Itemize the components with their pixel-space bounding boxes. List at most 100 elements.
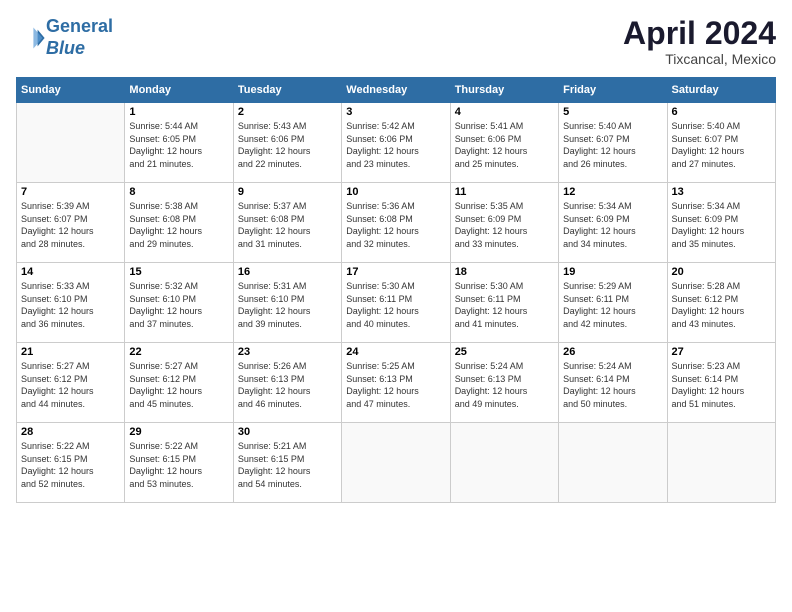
day-number: 23 [238, 346, 337, 358]
day-cell: 4 Sunrise: 5:41 AM Sunset: 6:06 PM Daylig… [450, 103, 558, 183]
day-info: Sunrise: 5:38 AM Sunset: 6:08 PM Dayligh… [129, 200, 228, 250]
day-cell: 24 Sunrise: 5:25 AM Sunset: 6:13 PM Dayli… [342, 343, 450, 423]
day-cell: 26 Sunrise: 5:24 AM Sunset: 6:14 PM Dayli… [559, 343, 667, 423]
week-row-1: 1Sunrise: 5:44 AM Sunset: 6:05 PM Daylig… [17, 103, 776, 183]
day-info: Sunrise: 5:40 AM Sunset: 6:07 PM Dayligh… [672, 120, 771, 170]
day-cell: 6Sunrise: 5:40 AM Sunset: 6:07 PM Daylig… [667, 103, 775, 183]
logo: General Blue [16, 16, 113, 59]
day-number: 19 [563, 266, 662, 278]
day-info: Sunrise: 5:42 AM Sunset: 6:06 PM Dayligh… [346, 120, 445, 170]
day-number: 24 [346, 346, 445, 358]
day-number: 17 [346, 266, 445, 278]
day-number: 13 [672, 186, 771, 198]
day-info: Sunrise: 5:30 AM Sunset: 6:11 PM Dayligh… [346, 280, 445, 330]
day-number: 5 [563, 106, 662, 118]
day-cell: 16 Sunrise: 5:31 AM Sunset: 6:10 PM Dayli… [233, 263, 341, 343]
day-number: 18 [455, 266, 554, 278]
day-number: 28 [21, 426, 120, 438]
day-number: 21 [21, 346, 120, 358]
day-number: 3 [346, 106, 445, 118]
day-number: 27 [672, 346, 771, 358]
month-title: April 2024 [623, 16, 776, 51]
header-row: Sunday Monday Tuesday Wednesday Thursday… [17, 78, 776, 103]
col-tuesday: Tuesday [233, 78, 341, 103]
day-number: 16 [238, 266, 337, 278]
week-row-4: 21 Sunrise: 5:27 AM Sunset: 6:12 PM Dayli… [17, 343, 776, 423]
day-number: 20 [672, 266, 771, 278]
day-number: 8 [129, 186, 228, 198]
title-block: April 2024 Tixcancal, Mexico [623, 16, 776, 67]
logo-text: General Blue [46, 16, 113, 59]
day-info: Sunrise: 5:43 AM Sunset: 6:06 PM Dayligh… [238, 120, 337, 170]
day-info: Sunrise: 5:30 AM Sunset: 6:11 PM Dayligh… [455, 280, 554, 330]
day-cell: 23 Sunrise: 5:26 AM Sunset: 6:13 PM Dayli… [233, 343, 341, 423]
day-number: 29 [129, 426, 228, 438]
header: General Blue April 2024 Tixcancal, Mexic… [16, 16, 776, 67]
logo-line1: General [46, 16, 113, 36]
day-info: Sunrise: 5:22 AM Sunset: 6:15 PM Dayligh… [129, 440, 228, 490]
day-cell: 20Sunrise: 5:28 AM Sunset: 6:12 PM Dayli… [667, 263, 775, 343]
week-row-5: 28 Sunrise: 5:22 AM Sunset: 6:15 PM Dayli… [17, 423, 776, 503]
day-cell: 13Sunrise: 5:34 AM Sunset: 6:09 PM Dayli… [667, 183, 775, 263]
day-cell: 17 Sunrise: 5:30 AM Sunset: 6:11 PM Dayli… [342, 263, 450, 343]
logo-icon [18, 24, 46, 52]
day-cell [17, 103, 125, 183]
day-info: Sunrise: 5:32 AM Sunset: 6:10 PM Dayligh… [129, 280, 228, 330]
day-info: Sunrise: 5:24 AM Sunset: 6:14 PM Dayligh… [563, 360, 662, 410]
day-number: 25 [455, 346, 554, 358]
day-cell: 9Sunrise: 5:37 AM Sunset: 6:08 PM Daylig… [233, 183, 341, 263]
day-cell: 15 Sunrise: 5:32 AM Sunset: 6:10 PM Dayli… [125, 263, 233, 343]
day-cell: 25 Sunrise: 5:24 AM Sunset: 6:13 PM Dayli… [450, 343, 558, 423]
day-cell: 5 Sunrise: 5:40 AM Sunset: 6:07 PM Daylig… [559, 103, 667, 183]
day-cell: 22 Sunrise: 5:27 AM Sunset: 6:12 PM Dayli… [125, 343, 233, 423]
day-info: Sunrise: 5:34 AM Sunset: 6:09 PM Dayligh… [563, 200, 662, 250]
day-cell: 14Sunrise: 5:33 AM Sunset: 6:10 PM Dayli… [17, 263, 125, 343]
day-cell: 11 Sunrise: 5:35 AM Sunset: 6:09 PM Dayli… [450, 183, 558, 263]
col-wednesday: Wednesday [342, 78, 450, 103]
col-thursday: Thursday [450, 78, 558, 103]
day-number: 1 [129, 106, 228, 118]
page: General Blue April 2024 Tixcancal, Mexic… [0, 0, 792, 612]
day-cell: 10Sunrise: 5:36 AM Sunset: 6:08 PM Dayli… [342, 183, 450, 263]
day-cell: 1Sunrise: 5:44 AM Sunset: 6:05 PM Daylig… [125, 103, 233, 183]
day-cell [667, 423, 775, 503]
day-number: 22 [129, 346, 228, 358]
day-info: Sunrise: 5:22 AM Sunset: 6:15 PM Dayligh… [21, 440, 120, 490]
day-number: 15 [129, 266, 228, 278]
day-cell [342, 423, 450, 503]
day-number: 11 [455, 186, 554, 198]
day-number: 30 [238, 426, 337, 438]
day-info: Sunrise: 5:41 AM Sunset: 6:06 PM Dayligh… [455, 120, 554, 170]
day-info: Sunrise: 5:40 AM Sunset: 6:07 PM Dayligh… [563, 120, 662, 170]
day-number: 4 [455, 106, 554, 118]
col-sunday: Sunday [17, 78, 125, 103]
day-cell: 28 Sunrise: 5:22 AM Sunset: 6:15 PM Dayli… [17, 423, 125, 503]
day-cell: 30 Sunrise: 5:21 AM Sunset: 6:15 PM Dayli… [233, 423, 341, 503]
calendar-body: 1Sunrise: 5:44 AM Sunset: 6:05 PM Daylig… [17, 103, 776, 503]
day-info: Sunrise: 5:27 AM Sunset: 6:12 PM Dayligh… [21, 360, 120, 410]
col-saturday: Saturday [667, 78, 775, 103]
day-number: 7 [21, 186, 120, 198]
day-number: 14 [21, 266, 120, 278]
day-number: 10 [346, 186, 445, 198]
day-number: 26 [563, 346, 662, 358]
day-cell: 3 Sunrise: 5:42 AM Sunset: 6:06 PM Daylig… [342, 103, 450, 183]
calendar-header: Sunday Monday Tuesday Wednesday Thursday… [17, 78, 776, 103]
calendar-table: Sunday Monday Tuesday Wednesday Thursday… [16, 77, 776, 503]
day-cell: 29 Sunrise: 5:22 AM Sunset: 6:15 PM Dayli… [125, 423, 233, 503]
day-info: Sunrise: 5:25 AM Sunset: 6:13 PM Dayligh… [346, 360, 445, 410]
day-cell [559, 423, 667, 503]
day-cell [450, 423, 558, 503]
day-info: Sunrise: 5:35 AM Sunset: 6:09 PM Dayligh… [455, 200, 554, 250]
day-cell: 8 Sunrise: 5:38 AM Sunset: 6:08 PM Daylig… [125, 183, 233, 263]
day-info: Sunrise: 5:26 AM Sunset: 6:13 PM Dayligh… [238, 360, 337, 410]
day-info: Sunrise: 5:31 AM Sunset: 6:10 PM Dayligh… [238, 280, 337, 330]
week-row-3: 14Sunrise: 5:33 AM Sunset: 6:10 PM Dayli… [17, 263, 776, 343]
day-number: 9 [238, 186, 337, 198]
day-info: Sunrise: 5:27 AM Sunset: 6:12 PM Dayligh… [129, 360, 228, 410]
day-info: Sunrise: 5:21 AM Sunset: 6:15 PM Dayligh… [238, 440, 337, 490]
location: Tixcancal, Mexico [623, 51, 776, 67]
day-info: Sunrise: 5:23 AM Sunset: 6:14 PM Dayligh… [672, 360, 771, 410]
day-cell: 27 Sunrise: 5:23 AM Sunset: 6:14 PM Dayli… [667, 343, 775, 423]
day-info: Sunrise: 5:24 AM Sunset: 6:13 PM Dayligh… [455, 360, 554, 410]
